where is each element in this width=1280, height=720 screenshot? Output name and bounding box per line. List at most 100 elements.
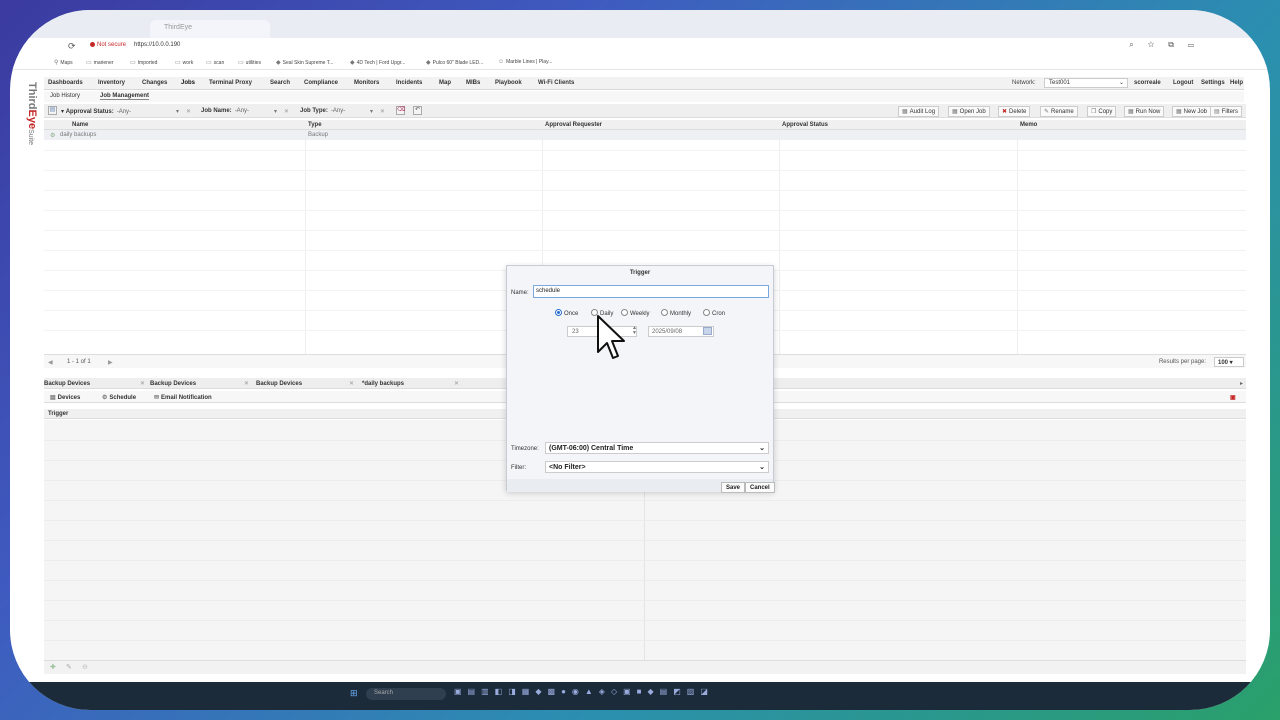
filters-button[interactable]: ▤ Filters bbox=[1210, 106, 1243, 117]
run-icon: ▦ bbox=[1128, 109, 1134, 115]
tab-job-history[interactable]: Job History bbox=[50, 93, 80, 99]
column-divider bbox=[1017, 130, 1018, 354]
radio-monthly[interactable]: Monthly bbox=[661, 309, 691, 317]
next-page-icon[interactable]: ▶ bbox=[108, 359, 113, 366]
job-type-filter[interactable]: Job Type: -Any- bbox=[300, 108, 345, 114]
column-memo[interactable]: Memo bbox=[1020, 122, 1037, 128]
browser-toolbar-icons[interactable]: ⌕☆⧉▭ bbox=[1129, 40, 1208, 50]
run-now-button[interactable]: ▦ Run Now bbox=[1124, 106, 1165, 117]
clear-filter-icon[interactable]: ✕ bbox=[284, 108, 289, 115]
close-icon[interactable]: ✕ bbox=[140, 380, 145, 387]
taskbar-search[interactable]: Search bbox=[366, 688, 446, 700]
menu-monitors[interactable]: Monitors bbox=[354, 80, 379, 86]
timezone-select[interactable]: (GMT-06:00) Central Time ⌄ bbox=[545, 442, 769, 454]
tab-schedule[interactable]: ⚙ Schedule bbox=[102, 394, 136, 401]
delete-trigger-icon[interactable]: ▣ bbox=[1230, 394, 1236, 401]
add-icon[interactable]: ✚ bbox=[50, 663, 56, 671]
column-divider bbox=[305, 130, 306, 354]
bookmark-scan[interactable]: ▭ scan bbox=[206, 59, 224, 66]
browser-tab[interactable]: ThirdEye bbox=[150, 20, 270, 40]
tab-backup-devices-1[interactable]: Backup Devices bbox=[44, 381, 90, 387]
copy-button[interactable]: ❐ Copy bbox=[1087, 106, 1117, 117]
menu-terminal-proxy[interactable]: Terminal Proxy bbox=[209, 80, 252, 86]
column-trigger[interactable]: Trigger bbox=[48, 411, 68, 417]
bookmark-4d-tech[interactable]: ◆ 4D Tech | Ford Upgr... bbox=[350, 59, 405, 66]
close-icon[interactable]: ✕ bbox=[349, 380, 354, 387]
bookmark-seal-skin[interactable]: ◆ Seal Skin Supreme T... bbox=[276, 59, 333, 66]
tab-job-management[interactable]: Job Management bbox=[100, 93, 150, 100]
menu-incidents[interactable]: Incidents bbox=[396, 80, 422, 86]
radio-once[interactable]: Once bbox=[555, 309, 578, 317]
chevron-down-icon[interactable]: ▾ bbox=[274, 108, 277, 115]
edit-icon[interactable]: ✎ bbox=[66, 663, 72, 671]
remove-icon[interactable]: ⊖ bbox=[82, 663, 88, 671]
calendar-icon[interactable] bbox=[703, 327, 712, 335]
approval-status-filter[interactable]: ▾ Approval Status: -Any- bbox=[61, 108, 131, 115]
menu-compliance[interactable]: Compliance bbox=[304, 80, 338, 86]
help-link[interactable]: Help bbox=[1230, 80, 1243, 86]
open-job-button[interactable]: ▦ Open Job bbox=[948, 106, 990, 117]
menu-map[interactable]: Map bbox=[439, 80, 451, 86]
menu-inventory[interactable]: Inventory bbox=[98, 80, 125, 86]
job-name-filter[interactable]: Job Name: -Any- bbox=[201, 108, 249, 114]
close-icon[interactable]: ✕ bbox=[454, 380, 459, 387]
menu-mibs[interactable]: MIBs bbox=[466, 80, 480, 86]
delete-button[interactable]: ✖ Delete bbox=[998, 106, 1031, 117]
bookmark-maps[interactable]: ⚲ Maps bbox=[54, 59, 73, 66]
expand-icon[interactable]: ▸ bbox=[1240, 380, 1243, 387]
tab-backup-devices-2[interactable]: Backup Devices bbox=[150, 381, 196, 387]
bookmark-work[interactable]: ▭ work bbox=[175, 59, 193, 66]
chevron-down-icon[interactable]: ▾ bbox=[176, 108, 179, 115]
trigger-name-input[interactable]: schedule bbox=[533, 285, 769, 298]
select-all-icon[interactable]: ▤ bbox=[48, 106, 57, 115]
bookmark-pulco[interactable]: ◆ Pulco 60" Blade LED... bbox=[426, 59, 483, 66]
clear-filter-icon[interactable]: ✕ bbox=[186, 108, 191, 115]
user-name[interactable]: scorreale bbox=[1134, 80, 1161, 86]
clear-filter-icon[interactable]: ✕ bbox=[380, 108, 385, 115]
taskbar-app-icons[interactable]: ▣▤▥◧◨▦◆▩●◉▲◈◇▣■◆▤◩▨◪ bbox=[454, 687, 714, 696]
menu-dashboards[interactable]: Dashboards bbox=[48, 80, 83, 86]
bookmark-icon: ◆ bbox=[426, 60, 431, 66]
prev-page-icon[interactable]: ◀ bbox=[48, 359, 53, 366]
menu-jobs[interactable]: Jobs bbox=[181, 80, 195, 86]
bookmark-mariener[interactable]: ▭ mariener bbox=[86, 59, 113, 66]
column-name[interactable]: Name bbox=[72, 122, 88, 128]
bookmark-marble-lines[interactable]: ☺ Marble Lines | Play... bbox=[498, 59, 552, 65]
column-approval-status[interactable]: Approval Status bbox=[782, 122, 828, 128]
new-job-button[interactable]: ▦ New Job bbox=[1172, 106, 1212, 117]
cancel-button[interactable]: Cancel bbox=[745, 482, 775, 493]
tab-daily-backups[interactable]: *daily backups bbox=[362, 381, 404, 387]
filter-select[interactable]: <No Filter> ⌄ bbox=[545, 461, 769, 473]
audit-log-button[interactable]: ▦ Audit Log bbox=[898, 106, 940, 117]
column-type[interactable]: Type bbox=[308, 122, 322, 128]
table-row[interactable]: ⚙ daily backups Backup bbox=[44, 130, 1246, 140]
undo-icon[interactable]: ↶ bbox=[413, 106, 422, 115]
hour-stepper[interactable]: ▲ ▼ bbox=[632, 326, 637, 336]
column-approval-requester[interactable]: Approval Requester bbox=[545, 122, 602, 128]
menu-changes[interactable]: Changes bbox=[142, 80, 167, 86]
dialog-title: Trigger bbox=[629, 270, 651, 276]
url-field[interactable]: https://10.0.0.190 bbox=[134, 42, 180, 48]
clear-all-filters-icon[interactable]: ⌫ bbox=[396, 106, 405, 115]
windows-start-icon[interactable]: ⊞ bbox=[350, 688, 358, 699]
bookmark-imported[interactable]: ▭ Imported bbox=[130, 59, 157, 66]
close-icon[interactable]: ✕ bbox=[244, 380, 249, 387]
radio-cron[interactable]: Cron bbox=[703, 309, 725, 317]
results-per-page-select[interactable]: 100 ▾ bbox=[1214, 357, 1244, 367]
menu-wifi-clients[interactable]: Wi-Fi Clients bbox=[538, 80, 574, 86]
chevron-down-icon[interactable]: ▾ bbox=[370, 108, 373, 115]
bookmark-utilities[interactable]: ▭ utilities bbox=[238, 59, 261, 66]
rename-button[interactable]: ✎ Rename bbox=[1040, 106, 1078, 117]
reload-icon[interactable]: ⟳ bbox=[68, 41, 76, 52]
tab-backup-devices-3[interactable]: Backup Devices bbox=[256, 381, 302, 387]
settings-link[interactable]: Settings bbox=[1201, 80, 1225, 86]
security-indicator[interactable]: Not secure bbox=[90, 42, 126, 48]
column-divider bbox=[779, 130, 780, 354]
tab-devices[interactable]: ▤ Devices bbox=[50, 394, 80, 401]
logout-link[interactable]: Logout bbox=[1173, 80, 1193, 86]
menu-search[interactable]: Search bbox=[270, 80, 290, 86]
tab-email-notification[interactable]: ✉ Email Notification bbox=[154, 394, 212, 401]
save-button[interactable]: Save bbox=[721, 482, 746, 493]
menu-playbook[interactable]: Playbook bbox=[495, 80, 522, 86]
network-select[interactable]: Test001 ⌄ bbox=[1044, 78, 1128, 88]
